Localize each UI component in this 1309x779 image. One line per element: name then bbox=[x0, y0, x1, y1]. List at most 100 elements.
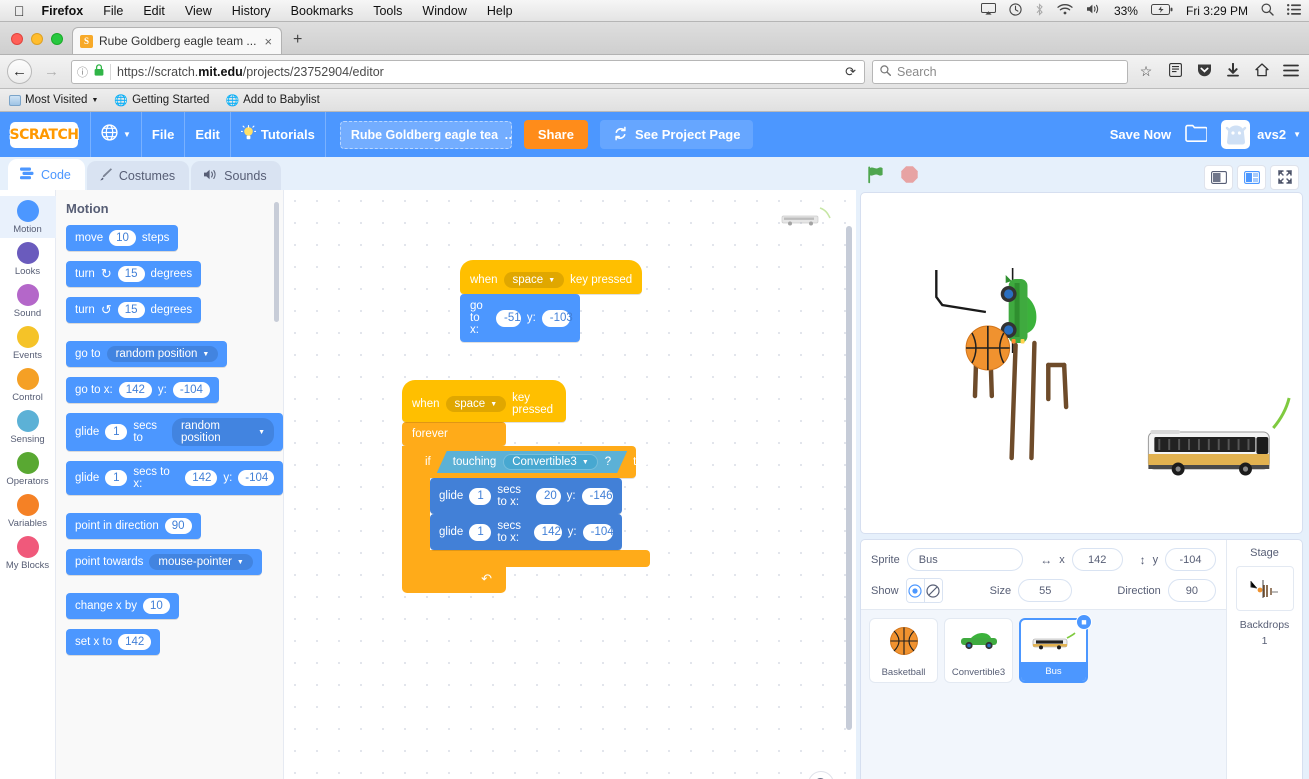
stage-canvas[interactable] bbox=[860, 192, 1303, 534]
key-dropdown[interactable]: space ▼ bbox=[503, 272, 565, 288]
block-number-input-y[interactable]: -104 bbox=[238, 470, 275, 486]
palette-block-point-in-direction[interactable]: point in direction 90 bbox=[66, 513, 201, 539]
category-sound[interactable]: Sound bbox=[0, 280, 56, 322]
home-icon[interactable] bbox=[1251, 63, 1273, 80]
block-number-input[interactable]: 10 bbox=[109, 230, 136, 246]
y-input[interactable]: -146 bbox=[581, 487, 613, 505]
palette-block-go-to-xy[interactable]: go to x: 142 y: -104 bbox=[66, 377, 219, 403]
palette-scrollbar[interactable] bbox=[274, 202, 279, 322]
block-dropdown[interactable]: mouse-pointer ▼ bbox=[149, 554, 253, 570]
block-number-input-y[interactable]: -104 bbox=[172, 382, 210, 398]
menu-view[interactable]: View bbox=[185, 4, 212, 18]
project-title-input[interactable]: Rube Goldberg eagle tea … bbox=[339, 120, 512, 149]
touching-target-dropdown[interactable]: Convertible3 ▼ bbox=[503, 454, 598, 470]
close-tab-icon[interactable]: × bbox=[262, 34, 274, 49]
new-tab-button[interactable]: + bbox=[282, 31, 313, 54]
back-button[interactable]: ← bbox=[7, 59, 32, 84]
zoom-window-button[interactable] bbox=[51, 33, 63, 45]
small-stage-button[interactable] bbox=[1204, 164, 1233, 190]
block-glide-to-xy-2[interactable]: glide 1 secs to x: 142 y: -104 bbox=[430, 514, 622, 550]
x-input[interactable]: 142 bbox=[533, 523, 562, 541]
hamburger-menu-icon[interactable] bbox=[1280, 64, 1302, 80]
palette-block-glide-to-xy[interactable]: glide 1 secs to x: 142 y: -104 bbox=[66, 461, 283, 495]
battery-icon[interactable] bbox=[1150, 3, 1173, 18]
block-palette[interactable]: Motion move 10 steps turn ↻ 15 degrees t… bbox=[56, 190, 284, 779]
forward-button[interactable]: → bbox=[39, 59, 64, 84]
search-input[interactable]: Search bbox=[897, 65, 937, 79]
palette-block-change-x-by[interactable]: change x by 10 bbox=[66, 593, 179, 619]
x-input[interactable]: 142 bbox=[1071, 548, 1123, 571]
language-menu[interactable]: ▼ bbox=[91, 112, 141, 157]
airplay-icon[interactable] bbox=[980, 3, 996, 18]
code-workspace[interactable]: when space ▼ key pressed go to x: -51 y:… bbox=[284, 190, 856, 779]
block-when-key-pressed[interactable]: when space ▼ key pressed bbox=[460, 260, 643, 294]
sprite-list[interactable]: Basketball Convertible3 ■ Bus bbox=[861, 610, 1226, 779]
y-input[interactable]: -104 bbox=[1165, 548, 1216, 571]
tab-sounds[interactable]: Sounds bbox=[191, 161, 281, 190]
fullscreen-button[interactable] bbox=[1270, 164, 1299, 190]
block-number-input[interactable]: 15 bbox=[117, 266, 145, 282]
secs-input[interactable]: 1 bbox=[469, 523, 492, 541]
time-machine-icon[interactable] bbox=[1009, 2, 1022, 19]
block-dropdown[interactable]: random position ▼ bbox=[106, 346, 219, 362]
sprite-card-convertible3[interactable]: Convertible3 bbox=[944, 618, 1013, 683]
edit-menu[interactable]: Edit bbox=[185, 127, 230, 142]
menu-tools[interactable]: Tools bbox=[373, 4, 402, 18]
block-number-input[interactable]: 10 bbox=[143, 598, 170, 614]
file-menu[interactable]: File bbox=[142, 127, 184, 142]
x-input[interactable]: 20 bbox=[535, 487, 561, 505]
page-info-icon[interactable]: ⓘ bbox=[77, 64, 88, 80]
touching-condition[interactable]: touching Convertible3 ▼ ? bbox=[437, 451, 627, 473]
block-number-input[interactable]: 90 bbox=[164, 518, 192, 534]
y-input[interactable]: -104 bbox=[582, 523, 614, 541]
address-bar[interactable]: ⓘ https://scratch.mit.edu/projects/23752… bbox=[71, 59, 865, 84]
menu-history[interactable]: History bbox=[232, 4, 271, 18]
palette-block-set-x-to[interactable]: set x to 142 bbox=[66, 629, 161, 655]
scratch-logo[interactable]: SCRATCH bbox=[10, 121, 79, 148]
bookmark-getting-started[interactable]: 🌐 Getting Started bbox=[114, 94, 209, 107]
show-toggle-group[interactable] bbox=[905, 578, 943, 603]
bookmark-most-visited[interactable]: Most Visited ▼ bbox=[9, 94, 98, 106]
workspace-vertical-scrollbar[interactable] bbox=[846, 226, 852, 730]
block-glide-to-xy-1[interactable]: glide 1 secs to x: 20 y: -146 bbox=[430, 478, 622, 514]
reader-view-icon[interactable] bbox=[1164, 63, 1186, 80]
block-if-then[interactable]: if touching Convertible3 ▼ ? then bbox=[416, 446, 656, 478]
block-when-key-pressed[interactable]: when space ▼ key pressed bbox=[402, 380, 566, 422]
script-forever-touching[interactable]: when space ▼ key pressed forever if touc… bbox=[402, 380, 656, 593]
palette-block-turn-left[interactable]: turn ↺ 15 degrees bbox=[66, 297, 202, 323]
palette-block-glide-to[interactable]: glide 1 secs to random position ▼ bbox=[66, 413, 283, 451]
stop-icon[interactable] bbox=[900, 165, 919, 189]
block-number-input[interactable]: 1 bbox=[105, 424, 128, 440]
show-hidden-button[interactable] bbox=[923, 579, 942, 602]
x-input[interactable]: -51 bbox=[496, 309, 521, 327]
category-variables[interactable]: Variables bbox=[0, 490, 56, 532]
category-events[interactable]: Events bbox=[0, 322, 56, 364]
stage-backdrop-thumb[interactable] bbox=[1235, 566, 1294, 611]
menu-help[interactable]: Help bbox=[487, 4, 513, 18]
wifi-icon[interactable] bbox=[1057, 3, 1073, 18]
palette-block-turn-right[interactable]: turn ↻ 15 degrees bbox=[66, 261, 202, 287]
category-sensing[interactable]: Sensing bbox=[0, 406, 56, 448]
sprite-card-bus[interactable]: ■ Bus bbox=[1019, 614, 1092, 683]
account-menu[interactable]: avs2 ▼ bbox=[1221, 120, 1301, 149]
block-forever[interactable]: forever bbox=[402, 422, 506, 446]
block-number-input-x[interactable]: 142 bbox=[185, 470, 218, 486]
my-stuff-folder-icon[interactable] bbox=[1185, 124, 1209, 145]
browser-tab[interactable]: S Rube Goldberg eagle team ... × bbox=[72, 27, 283, 54]
block-touching[interactable]: touching Convertible3 ▼ ? bbox=[437, 451, 627, 473]
y-input[interactable]: -103 bbox=[541, 309, 573, 327]
save-now-button[interactable]: Save Now bbox=[1110, 127, 1171, 142]
tab-costumes[interactable]: Costumes bbox=[86, 161, 190, 190]
close-window-button[interactable] bbox=[11, 33, 23, 45]
menu-window[interactable]: Window bbox=[422, 4, 466, 18]
volume-icon[interactable] bbox=[1086, 3, 1101, 18]
secs-input[interactable]: 1 bbox=[469, 487, 492, 505]
category-looks[interactable]: Looks bbox=[0, 238, 56, 280]
stage-selector-panel[interactable]: Stage Backdrops 1 bbox=[1226, 540, 1302, 779]
sprite-card-basketball[interactable]: Basketball bbox=[869, 618, 938, 683]
category-control[interactable]: Control bbox=[0, 364, 56, 406]
block-number-input-x[interactable]: 142 bbox=[118, 382, 152, 398]
sprite-name-input[interactable]: Bus bbox=[906, 548, 1024, 571]
palette-block-point-towards[interactable]: point towards mouse-pointer ▼ bbox=[66, 549, 262, 575]
reload-icon[interactable]: ⟳ bbox=[845, 64, 859, 80]
